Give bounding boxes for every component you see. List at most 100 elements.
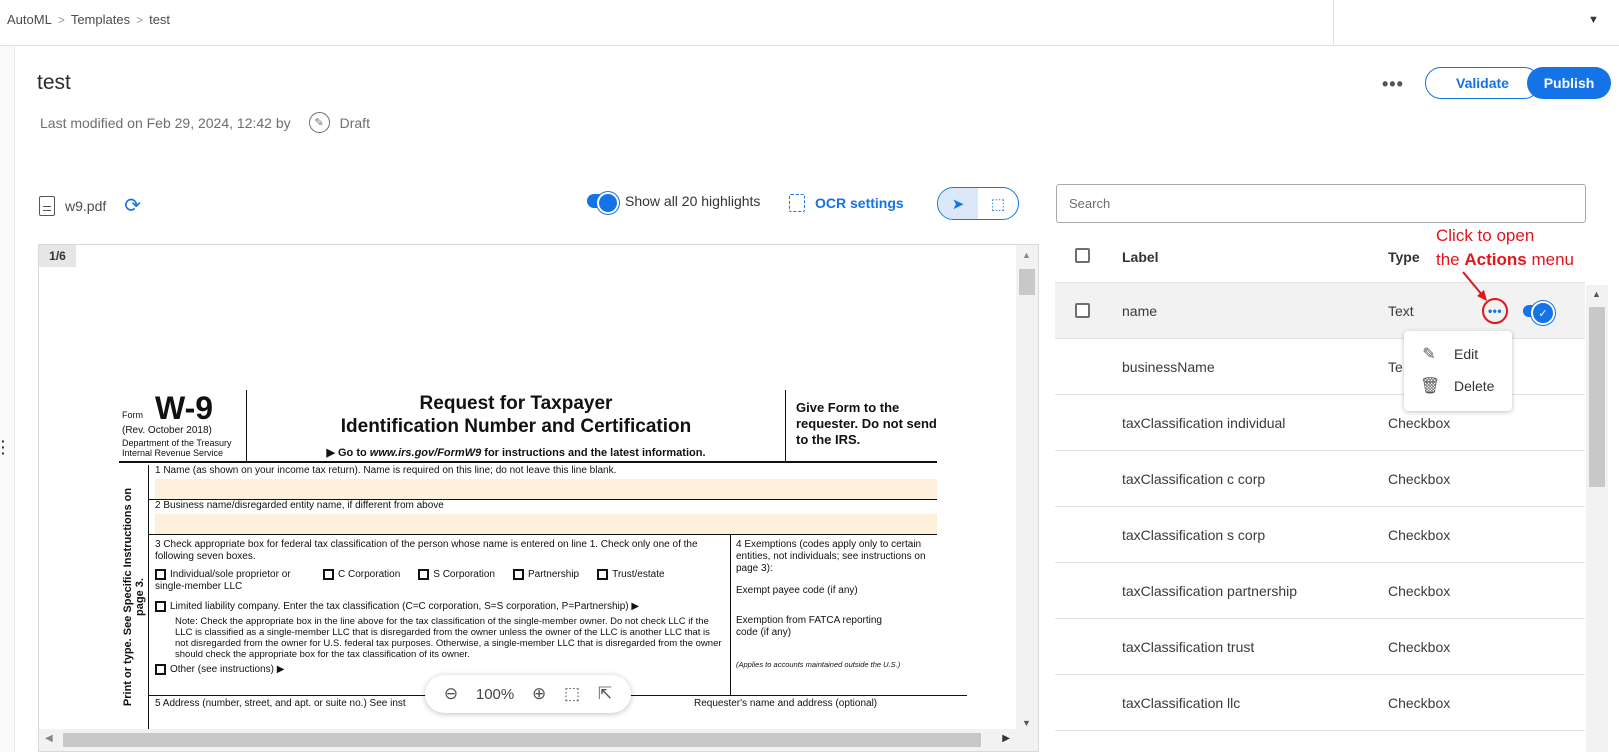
fatca-code: Exemption from FATCA reporting code (if … [736, 615, 882, 638]
top-divider [1333, 0, 1334, 46]
row-label: taxClassification llc [1122, 695, 1241, 711]
dept-irs: Internal Revenue Service [122, 448, 224, 458]
annotation-prefix: the [1436, 250, 1460, 269]
breadcrumb-current: test [149, 12, 171, 27]
scroll-thumb[interactable] [63, 733, 981, 747]
chevron-down-icon[interactable]: ▼ [1588, 14, 1599, 26]
checkbox-icon [597, 569, 609, 580]
row-type: Te [1388, 359, 1403, 375]
line1-label: 1 Name (as shown on your income tax retu… [155, 465, 617, 476]
row-label: taxClassification partnership [1122, 583, 1298, 599]
row-label: name [1122, 303, 1158, 319]
row-enabled-toggle[interactable] [1523, 301, 1555, 325]
validate-button[interactable]: Validate [1425, 67, 1540, 99]
form-side-label: Print or type. See Specific Instructions… [119, 465, 149, 730]
form-note: Note: Check the appropriate box in the l… [175, 616, 722, 661]
search-input[interactable] [1056, 184, 1586, 223]
form-give-note: Give Form to the requester. Do not send … [785, 390, 937, 461]
form-field-name [155, 479, 937, 499]
table-row[interactable]: taxClassification partnership Checkbox [1055, 563, 1585, 619]
chevron-right-icon: > [57, 12, 65, 27]
fit-page-icon[interactable]: ⬚ [564, 684, 580, 704]
menu-item-edit[interactable]: ✎ Edit [1420, 344, 1478, 364]
actions-menu: ✎ Edit 🗑 Delete [1404, 331, 1512, 411]
zoom-in-icon[interactable]: ⊕ [532, 684, 546, 704]
viewer-horizontal-scrollbar[interactable]: ◀ ▶ [39, 729, 1038, 751]
vertical-more-icon[interactable]: · · · [1, 434, 6, 460]
header-type: Type [1388, 249, 1420, 265]
highlights-toggle[interactable]: Show all 20 highlights [587, 192, 761, 214]
opt-partnership: Partnership [512, 569, 580, 593]
menu-item-delete[interactable]: 🗑 Delete [1420, 376, 1494, 396]
row-label: taxClassification c corp [1122, 471, 1266, 487]
checkbox-icon [155, 601, 166, 613]
document-viewer[interactable]: 1/6 Form W-9 (Rev. October 2018) Departm… [38, 244, 1039, 752]
form-id-block: Form W-9 (Rev. October 2018) Department … [119, 390, 247, 461]
annotation-bold: Actions [1464, 250, 1527, 269]
zoom-out-icon[interactable]: ⊖ [444, 684, 458, 704]
breadcrumb-templates[interactable]: Templates [71, 12, 130, 27]
highlights-label: Show all 20 highlights [625, 193, 761, 209]
dept-treasury: Department of the Treasury [122, 438, 232, 448]
table-row[interactable]: taxClassification c corp Checkbox [1055, 451, 1585, 507]
publish-button[interactable]: Publish [1527, 67, 1611, 99]
text-select-tool-icon[interactable]: ⬚ [978, 188, 1018, 219]
file-icon [39, 195, 55, 216]
modified-text: Last modified on Feb 29, 2024, 12:42 by [40, 114, 291, 131]
scroll-thumb[interactable] [1589, 307, 1605, 487]
pencil-icon: ✎ [1422, 346, 1436, 363]
table-vertical-scrollbar[interactable]: ▲ [1586, 285, 1608, 752]
tool-group: ➤ ⬚ [937, 187, 1019, 220]
opt-other-label: Other (see instructions) ▶ [170, 664, 285, 676]
form-header: Form W-9 (Rev. October 2018) Department … [119, 390, 937, 463]
form-title-line2: Identification Number and Certification [340, 416, 692, 437]
fields-table: Label Type name Text ••• businessName Te… [1055, 231, 1585, 731]
file-name: w9.pdf [65, 197, 107, 214]
goto-suffix: for instructions and the latest informat… [484, 447, 706, 459]
row-label: taxClassification individual [1122, 415, 1286, 431]
toggle-switch[interactable] [587, 192, 619, 214]
exempt-payee: Exempt payee code (if any) [736, 585, 858, 596]
row-label: taxClassification s corp [1122, 527, 1266, 543]
select-all-checkbox[interactable] [1075, 248, 1090, 263]
scroll-right-icon[interactable]: ▶ [1002, 733, 1010, 744]
row-type: Checkbox [1388, 415, 1451, 431]
left-rail: · · · [0, 46, 15, 752]
scroll-up-icon[interactable]: ▲ [1592, 289, 1601, 299]
scroll-thumb[interactable] [1019, 269, 1035, 295]
row-type: Checkbox [1388, 527, 1451, 543]
row-checkbox[interactable] [1075, 303, 1090, 318]
top-bar: AutoML > Templates > test ▼ [0, 0, 1619, 46]
row-type: Checkbox [1388, 583, 1451, 599]
refresh-icon[interactable]: ⟳ [124, 193, 141, 218]
open-external-icon[interactable]: ⇱ [598, 684, 612, 704]
breadcrumb-automl[interactable]: AutoML [7, 12, 52, 27]
scroll-down-icon[interactable]: ▼ [1022, 718, 1031, 728]
opt-partnership-label: Partnership [527, 569, 580, 581]
page-title: test [37, 71, 71, 94]
line5-label: 5 Address (number, street, and apt. or s… [155, 698, 406, 709]
goto-url: www.irs.gov/FormW9 [369, 447, 482, 459]
table-row[interactable]: taxClassification s corp Checkbox [1055, 507, 1585, 563]
form-box4: 4 Exemptions (codes apply only to certai… [731, 535, 937, 695]
more-actions-icon[interactable]: ••• [1382, 74, 1404, 95]
line3-label: 3 Check appropriate box for federal tax … [155, 539, 698, 562]
checkbox-icon [155, 664, 166, 676]
opt-trust: Trust/estate [597, 569, 665, 593]
form-field-business-name [155, 514, 937, 534]
scroll-up-icon[interactable]: ▲ [1022, 250, 1031, 260]
annotation-arrow-icon [1462, 271, 1487, 301]
form-box3: 3 Check appropriate box for federal tax … [149, 535, 731, 695]
table-row[interactable]: taxClassification trust Checkbox [1055, 619, 1585, 675]
table-row[interactable]: taxClassification llc Checkbox [1055, 675, 1585, 731]
applies-note: (Applies to accounts maintained outside … [736, 660, 901, 669]
row-type: Checkbox [1388, 471, 1451, 487]
header-label: Label [1122, 249, 1159, 265]
ocr-settings-button[interactable]: OCR settings [789, 194, 904, 212]
row-type: Checkbox [1388, 695, 1451, 711]
pointer-tool-icon[interactable]: ➤ [938, 188, 978, 219]
row-type: Text [1388, 303, 1414, 319]
viewer-vertical-scrollbar[interactable]: ▲ ▼ [1016, 245, 1038, 731]
opt-ccorp-label: C Corporation [338, 569, 401, 581]
scroll-left-icon[interactable]: ◀ [45, 733, 53, 744]
